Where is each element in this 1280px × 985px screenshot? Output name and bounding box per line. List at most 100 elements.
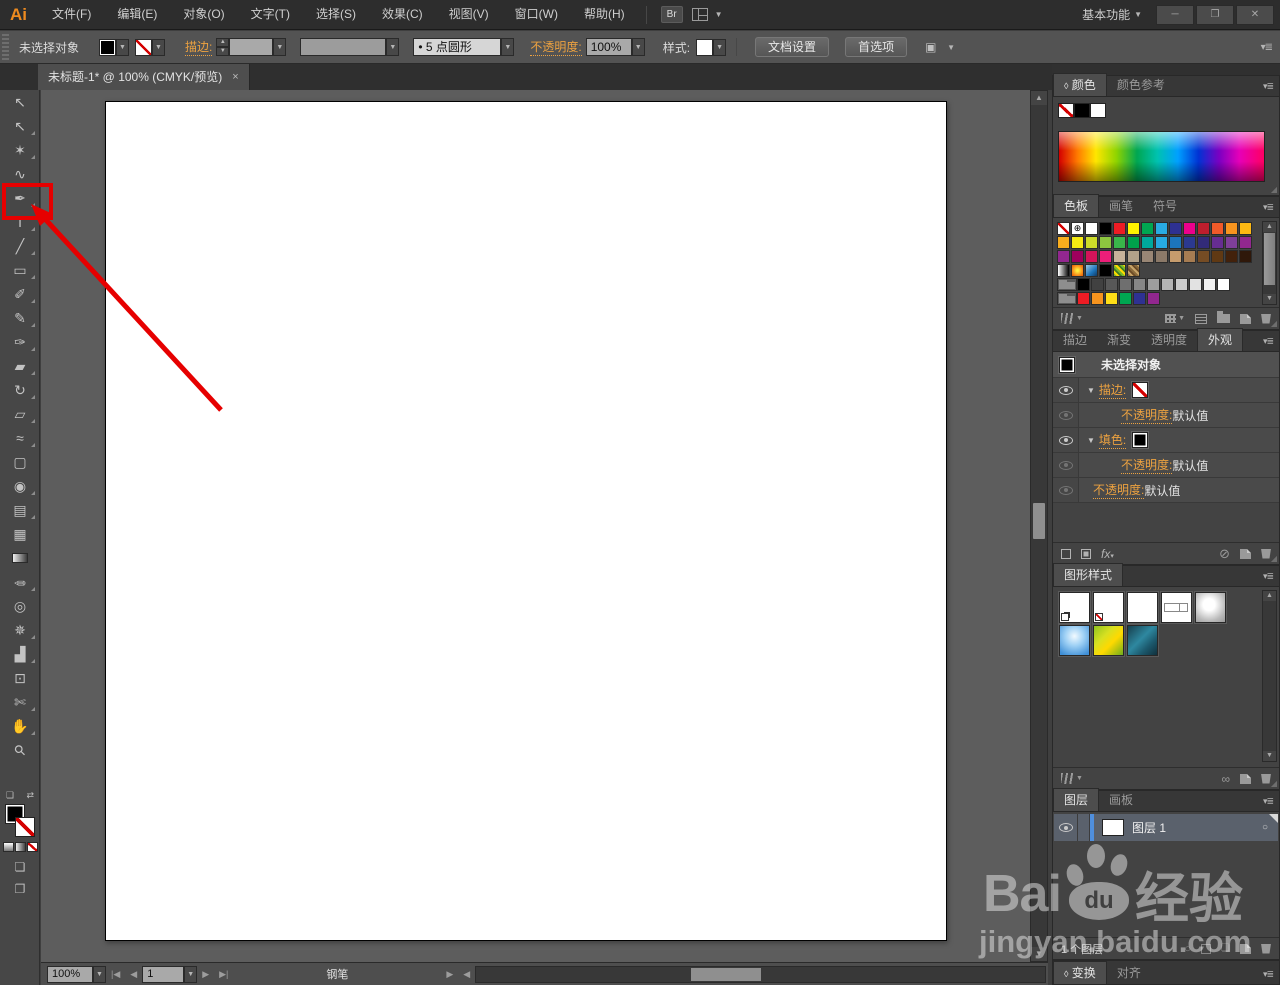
new-stroke-icon[interactable] (1061, 548, 1071, 559)
swatch[interactable] (1071, 264, 1084, 277)
variable-width-profile-field[interactable] (300, 38, 387, 56)
close-button[interactable]: ✕ (1236, 4, 1274, 25)
swatch[interactable] (1105, 278, 1118, 291)
swatch[interactable] (1057, 222, 1070, 235)
color-white-swatch[interactable] (1090, 103, 1106, 118)
swatch[interactable] (1225, 236, 1238, 249)
appearance-row-opacity[interactable]: 不透明度: 默认值 (1053, 478, 1279, 503)
panel-menu-icon[interactable]: ▾≣ (1257, 571, 1279, 586)
appearance-row-fill-opacity[interactable]: 不透明度: 默认值 (1053, 453, 1279, 478)
tab-appearance[interactable]: 外观 (1197, 328, 1244, 351)
menu-item-3[interactable]: 文字(T) (238, 0, 303, 29)
graphic-styles-scrollbar[interactable]: ▲ ▼ (1262, 590, 1277, 762)
stroke-link[interactable]: 描边: (1098, 381, 1127, 399)
close-icon[interactable]: × (232, 65, 238, 90)
swatch[interactable] (1105, 292, 1118, 305)
swatch[interactable] (1141, 236, 1154, 249)
scroll-up-icon[interactable]: ▲ (1263, 222, 1276, 232)
swatch[interactable] (1217, 278, 1230, 291)
swatch[interactable] (1127, 250, 1140, 263)
stroke-color-swatch[interactable] (135, 38, 153, 56)
resize-grip[interactable]: ◢ (1271, 779, 1277, 788)
workspace-switcher[interactable]: 基本功能 ▼ (1082, 6, 1156, 23)
appearance-row-stroke-opacity[interactable]: 不透明度: 默认值 (1053, 403, 1279, 428)
style-dropdown[interactable]: ▼ (713, 38, 727, 56)
tab-transform[interactable]: ◊ 变换 (1053, 961, 1107, 984)
duplicate-item-icon[interactable] (1240, 548, 1251, 559)
drag-grip[interactable] (2, 34, 9, 60)
artboard-dropdown[interactable]: ▼ (184, 965, 198, 983)
width-tool[interactable]: ≈ (0, 426, 40, 450)
swatch[interactable] (1147, 278, 1160, 291)
variable-width-profile-dropdown[interactable]: ▼ (386, 38, 400, 56)
zoom-dropdown[interactable]: ▼ (93, 965, 106, 983)
menu-item-1[interactable]: 编辑(E) (104, 0, 170, 29)
zoom-field[interactable]: 100% (47, 965, 93, 983)
swatch[interactable] (1189, 278, 1202, 291)
swatch[interactable] (1197, 236, 1210, 249)
tab-transparency[interactable]: 透明度 (1141, 329, 1197, 351)
layer-lock-cell[interactable] (1078, 814, 1090, 841)
swatch[interactable] (1141, 250, 1154, 263)
appearance-row[interactable]: 未选择对象 (1053, 352, 1279, 378)
swatch[interactable] (1085, 222, 1098, 235)
new-layer-icon[interactable] (1240, 943, 1251, 954)
swatch[interactable] (1099, 250, 1112, 263)
new-color-group-icon[interactable] (1217, 311, 1230, 323)
swatch[interactable] (1225, 222, 1238, 235)
opacity-link[interactable]: 不透明度: (1093, 481, 1145, 499)
tab-stroke[interactable]: 描边 (1053, 329, 1097, 351)
color-none-swatch[interactable] (1058, 103, 1074, 118)
menu-item-6[interactable]: 视图(V) (436, 0, 502, 29)
stroke-weight-link[interactable]: 描边: (185, 38, 213, 56)
fill-link[interactable]: 填色: (1098, 431, 1127, 449)
brush-definition-field[interactable]: • 5 点圆形 (413, 38, 502, 56)
vertical-scroll-thumb[interactable] (1033, 503, 1045, 539)
restore-button[interactable]: ❐ (1196, 4, 1234, 25)
opacity-link[interactable]: 不透明度: (530, 38, 582, 56)
panel-menu-icon[interactable]: ▾≣ (1257, 796, 1279, 811)
swatch[interactable] (1085, 236, 1098, 249)
tab-graphic-styles[interactable]: 图形样式 (1053, 563, 1124, 586)
swatch[interactable] (1127, 222, 1140, 235)
appearance-row-stroke[interactable]: ▼ 描边: (1053, 378, 1279, 403)
swatch[interactable] (1203, 278, 1216, 291)
delete-item-icon[interactable] (1261, 548, 1271, 559)
drawing-modes-icon[interactable]: ❏ (0, 860, 40, 874)
minimize-button[interactable]: ─ (1156, 4, 1194, 25)
direct-selection-tool[interactable]: ↖ (0, 114, 40, 138)
select-similar-icon[interactable] (925, 40, 943, 54)
stroke-proxy[interactable] (15, 817, 35, 837)
swatch[interactable] (1099, 236, 1112, 249)
make-clipping-mask-icon[interactable] (1201, 943, 1212, 954)
swatch[interactable] (1239, 250, 1252, 263)
layer-visibility-eye-icon[interactable] (1058, 823, 1073, 832)
previous-artboard-button[interactable]: ◀ (125, 969, 142, 980)
swatch-libraries-icon[interactable] (1061, 313, 1074, 324)
horizontal-scrollbar[interactable] (475, 965, 1046, 983)
swatch[interactable] (1183, 236, 1196, 249)
swatch[interactable] (1057, 292, 1077, 305)
none-mode-button[interactable] (27, 842, 38, 852)
control-panel-menu-icon[interactable]: ▾≣ (1261, 42, 1273, 53)
swatch[interactable] (1057, 250, 1070, 263)
default-graphic-style[interactable] (1057, 591, 1091, 624)
swatch[interactable] (1169, 236, 1182, 249)
swatch[interactable] (1057, 236, 1070, 249)
swatch[interactable] (1057, 264, 1070, 277)
resize-grip[interactable]: ◢ (1271, 554, 1277, 563)
swatch[interactable] (1155, 222, 1168, 235)
break-link-icon[interactable]: ∞ (1221, 772, 1230, 786)
visibility-eye-icon[interactable] (1058, 385, 1073, 395)
swatch[interactable] (1169, 250, 1182, 263)
swatch[interactable] (1133, 278, 1146, 291)
fill-swatch[interactable] (1132, 432, 1149, 448)
document-setup-button[interactable]: 文档设置 (755, 37, 830, 57)
swatch[interactable] (1057, 278, 1077, 291)
gradient-mode-button[interactable] (15, 842, 26, 852)
gradient-tool[interactable] (0, 546, 40, 570)
artboard-number-field[interactable]: 1 (142, 965, 185, 983)
swatch[interactable] (1147, 292, 1160, 305)
menu-item-2[interactable]: 对象(O) (170, 0, 237, 29)
swatch[interactable] (1099, 264, 1112, 277)
